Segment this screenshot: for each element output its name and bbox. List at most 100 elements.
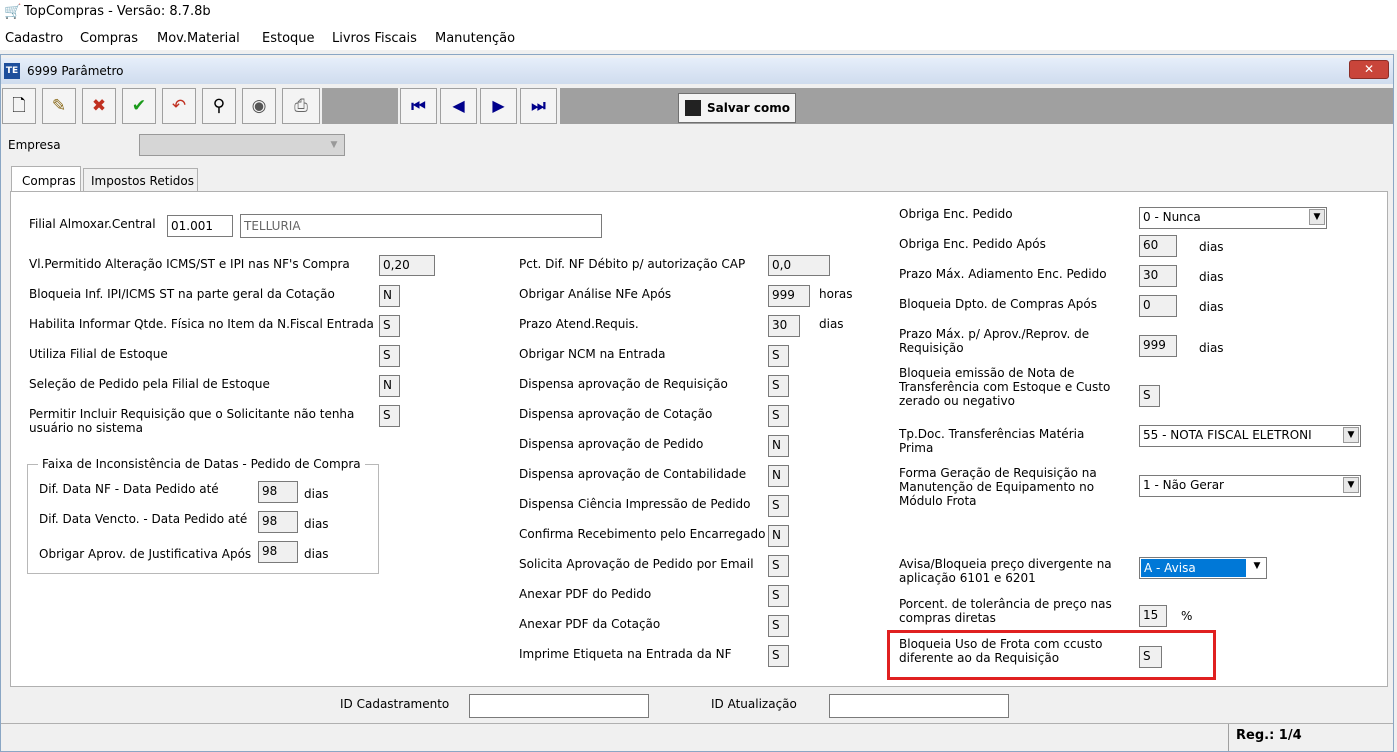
menu-mov-material[interactable]: Mov.Material [157,32,240,46]
prazo-aprov-label: Prazo Máx. p/ Aprov./Reprov. de Requisiç… [899,327,1090,355]
save-as-button[interactable]: Salvar como [678,93,796,123]
prazo-adiamento-unit: dias [1199,270,1224,284]
window-titlebar: TE 6999 Parâmetro ✕ [1,58,1393,84]
obrigar-aprov-input[interactable]: 98 [258,541,298,563]
imprime-etiqueta-label: Imprime Etiqueta na Entrada da NF [519,647,732,661]
tab-compras[interactable]: Compras [11,166,81,192]
anexar-pdf-pedido-input[interactable]: S [768,585,789,607]
chevron-down-icon: ▼ [1343,477,1359,493]
tab-impostos-retidos[interactable]: Impostos Retidos [83,168,198,191]
next-record-icon[interactable]: ▶ [480,88,517,124]
close-button[interactable]: ✕ [1349,60,1389,79]
bloqueia-frota-input[interactable]: S [1139,646,1162,668]
obrigar-analise-label: Obrigar Análise NFe Após [519,287,672,301]
permitir-requisicao-label: Permitir Incluir Requisição que o Solici… [29,407,355,435]
dif-vencto-input[interactable]: 98 [258,511,298,533]
confirma-recebimento-input[interactable]: N [768,525,789,547]
tpdoc-label: Tp.Doc. Transferências Matéria Prima [899,427,1085,455]
porcent-unit: % [1181,609,1193,623]
porcent-input[interactable]: 15 [1139,605,1167,627]
status-bar [1,723,1393,751]
obrigar-analise-unit: horas [819,287,853,301]
bloqueia-dpto-input[interactable]: 0 [1139,295,1177,317]
pct-dif-input[interactable]: 0,0 [768,255,830,276]
chevron-down-icon: ▼ [1309,209,1325,225]
permitir-requisicao-input[interactable]: S [379,405,400,427]
chevron-down-icon: ▼ [1249,559,1265,575]
menu-estoque[interactable]: Estoque [262,32,315,46]
save-disk-icon [685,100,701,116]
prazo-atend-unit: dias [819,317,844,331]
prazo-aprov-input[interactable]: 999 [1139,335,1177,357]
dispensa-requisicao-label: Dispensa aprovação de Requisição [519,377,728,391]
menu-livros-fiscais[interactable]: Livros Fiscais [332,32,417,46]
obrigar-analise-input[interactable]: 999 [768,285,810,307]
id-cadastramento-input[interactable] [469,694,649,718]
dispensa-pedido-input[interactable]: N [768,435,789,457]
forma-geracao-select[interactable]: 1 - Não Gerar ▼ [1139,475,1361,497]
avisa-value: A - Avisa [1144,561,1196,575]
habilita-qtde-input[interactable]: S [379,315,400,337]
filial-label: Filial Almoxar.Central [29,217,156,231]
window-title: 6999 Parâmetro [27,64,124,78]
dispensa-ciencia-input[interactable]: S [768,495,789,517]
reg-counter: Reg.: 1/4 [1236,728,1302,743]
edit-brush-icon[interactable]: ✎ [42,88,76,124]
id-atualizacao-label: ID Atualização [711,697,797,711]
search-binoculars-icon[interactable]: ⚲ [202,88,236,124]
dispensa-contabilidade-input[interactable]: N [768,465,789,487]
confirma-recebimento-label: Confirma Recebimento pelo Encarregado [519,527,766,541]
toolbar-spacer [322,88,398,124]
bloqueia-nota-input[interactable]: S [1139,385,1160,407]
dif-nf-label: Dif. Data NF - Data Pedido até [39,482,219,496]
selecao-pedido-input[interactable]: N [379,375,400,397]
dispensa-cotacao-label: Dispensa aprovação de Cotação [519,407,713,421]
tpdoc-select[interactable]: 55 - NOTA FISCAL ELETRONI ▼ [1139,425,1361,447]
imprime-etiqueta-input[interactable]: S [768,645,789,667]
habilita-qtde-label: Habilita Informar Qtde. Física no Item d… [29,317,374,331]
bloqueia-dpto-label: Bloqueia Dpto. de Compras Após [899,297,1097,311]
prazo-aprov-unit: dias [1199,341,1224,355]
prev-record-icon[interactable]: ◀ [440,88,477,124]
prazo-adiamento-input[interactable]: 30 [1139,265,1177,287]
dispensa-pedido-label: Dispensa aprovação de Pedido [519,437,704,451]
dispensa-contabilidade-label: Dispensa aprovação de Contabilidade [519,467,747,481]
id-cadastramento-label: ID Cadastramento [340,697,450,711]
avisa-select[interactable]: A - Avisa ▼ [1139,557,1267,579]
empresa-select[interactable]: ▼ [139,134,345,156]
app-title: TopCompras - Versão: 8.7.8b [24,4,211,19]
dispensa-cotacao-input[interactable]: S [768,405,789,427]
chevron-down-icon: ▼ [1343,427,1359,443]
bloqueia-ipi-input[interactable]: N [379,285,400,307]
filial-name-input[interactable]: TELLURIA [240,214,602,238]
last-record-icon[interactable]: ⏭ [520,88,557,124]
first-record-icon[interactable]: ⏮ [400,88,437,124]
anexar-pdf-cotacao-input[interactable]: S [768,615,789,637]
menu-bar: Cadastro Compras Mov.Material Estoque Li… [0,26,1397,50]
confirm-check-icon[interactable]: ✔ [122,88,156,124]
new-document-icon[interactable]: 🗋 [2,88,36,124]
avisa-label: Avisa/Bloqueia preço divergente na aplic… [899,557,1112,585]
menu-compras[interactable]: Compras [80,32,138,46]
prazo-adiamento-label: Prazo Máx. Adiamento Enc. Pedido [899,267,1107,281]
utiliza-filial-input[interactable]: S [379,345,400,367]
app-titlebar: 🛒 TopCompras - Versão: 8.7.8b [0,0,1397,26]
solicita-aprovacao-input[interactable]: S [768,555,789,577]
dispensa-requisicao-input[interactable]: S [768,375,789,397]
obrigar-ncm-input[interactable]: S [768,345,789,367]
undo-icon[interactable]: ↶ [162,88,196,124]
delete-icon[interactable]: ✖ [82,88,116,124]
menu-manutencao[interactable]: Manutenção [435,32,515,46]
bloqueia-dpto-unit: dias [1199,300,1224,314]
dif-nf-input[interactable]: 98 [258,481,298,503]
disk-icon[interactable]: ◉ [242,88,276,124]
filial-code-input[interactable]: 01.001 [167,215,233,237]
obriga-enc-select[interactable]: 0 - Nunca ▼ [1139,207,1327,229]
obriga-enc-apos-input[interactable]: 60 [1139,235,1177,257]
menu-cadastro[interactable]: Cadastro [5,32,63,46]
vl-permitido-input[interactable]: 0,20 [379,255,435,276]
save-as-label: Salvar como [707,101,790,115]
id-atualizacao-input[interactable] [829,694,1009,718]
printer-icon[interactable]: ⎙ [282,88,320,124]
prazo-atend-input[interactable]: 30 [768,315,800,337]
